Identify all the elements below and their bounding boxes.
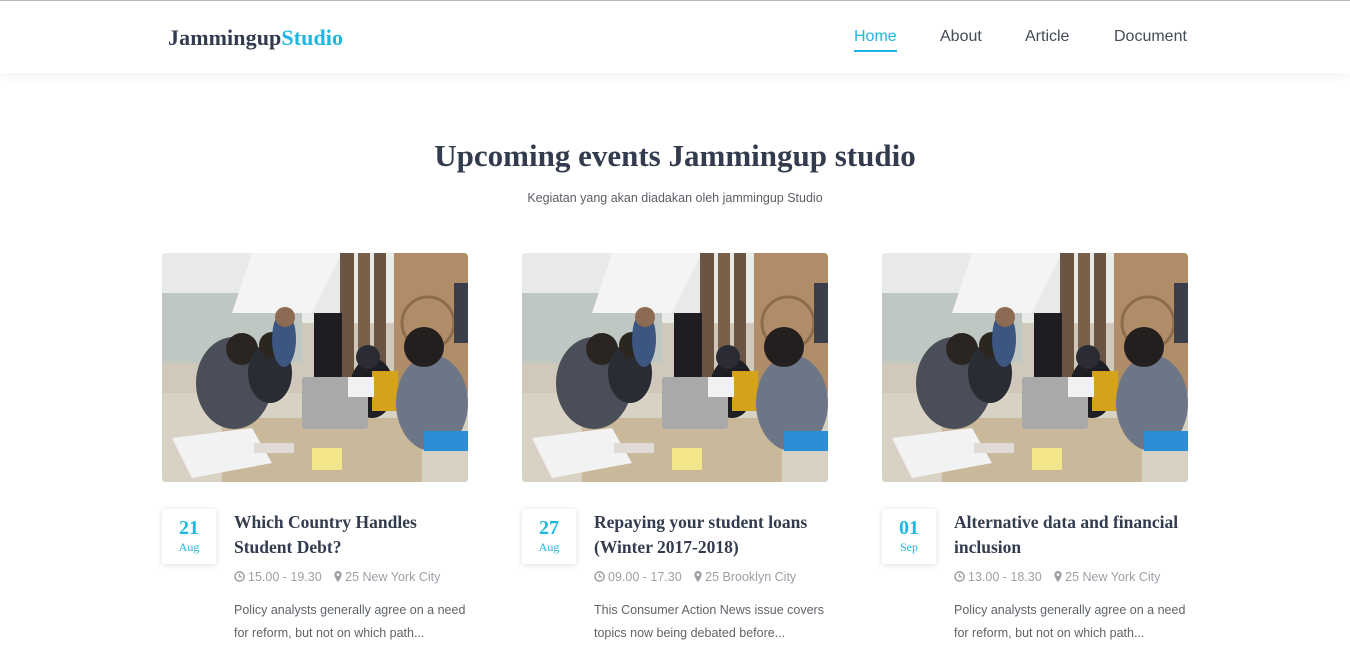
nav-document[interactable]: Document — [1114, 28, 1187, 50]
map-marker-icon — [1054, 571, 1062, 585]
event-month: Aug — [538, 540, 560, 554]
section-subtitle: Kegiatan yang akan diadakan oleh jamming… — [527, 191, 823, 205]
event-time: 13.00 - 18.30 — [968, 570, 1042, 584]
event-day: 27 — [539, 517, 559, 539]
map-marker-icon — [334, 571, 342, 585]
nav-article[interactable]: Article — [1025, 28, 1069, 50]
clock-icon — [954, 571, 965, 585]
event-card[interactable]: 27 Aug Repaying your student loans (Wint… — [522, 253, 828, 658]
section-title: Upcoming events Jammingup studio — [434, 138, 916, 173]
event-photo[interactable] — [882, 253, 1188, 482]
event-meta: 15.00 - 19.30 25 New York City — [234, 570, 474, 585]
event-title[interactable]: Which Country Handles Student Debt? — [234, 510, 474, 560]
event-time: 15.00 - 19.30 — [248, 570, 322, 584]
event-card[interactable]: 21 Aug Which Country Handles Student Deb… — [162, 253, 468, 658]
event-month: Aug — [178, 540, 200, 554]
nav-about[interactable]: About — [940, 28, 982, 50]
event-meta: 13.00 - 18.30 25 New York City — [954, 570, 1194, 585]
event-date: 01 Sep — [882, 509, 936, 564]
main-nav: Home About Article Document — [0, 28, 1350, 58]
event-location: 25 Brooklyn City — [705, 570, 797, 584]
event-day: 21 — [179, 517, 199, 539]
event-title[interactable]: Alternative data and financial inclusion — [954, 510, 1194, 560]
event-month: Sep — [900, 540, 918, 554]
event-time: 09.00 - 17.30 — [608, 570, 682, 584]
clock-icon — [594, 571, 605, 585]
event-photo[interactable] — [162, 253, 468, 482]
event-excerpt: Policy analysts generally agree on a nee… — [954, 603, 1186, 640]
event-day: 01 — [899, 517, 919, 539]
event-excerpt: Policy analysts generally agree on a nee… — [234, 603, 466, 640]
clock-icon — [234, 571, 245, 585]
navbar: JammingupStudio Home About Article Docum… — [0, 0, 1350, 73]
event-location: 25 New York City — [1065, 570, 1161, 584]
nav-home[interactable]: Home — [854, 28, 897, 52]
event-date: 21 Aug — [162, 509, 216, 564]
map-marker-icon — [694, 571, 702, 585]
event-excerpt: This Consumer Action News issue covers t… — [594, 603, 824, 640]
event-date: 27 Aug — [522, 509, 576, 564]
event-location: 25 New York City — [345, 570, 441, 584]
event-title[interactable]: Repaying your student loans (Winter 2017… — [594, 510, 834, 560]
event-photo[interactable] — [522, 253, 828, 482]
event-card[interactable]: 01 Sep Alternative data and financial in… — [882, 253, 1188, 658]
event-meta: 09.00 - 17.30 25 Brooklyn City — [594, 570, 834, 585]
